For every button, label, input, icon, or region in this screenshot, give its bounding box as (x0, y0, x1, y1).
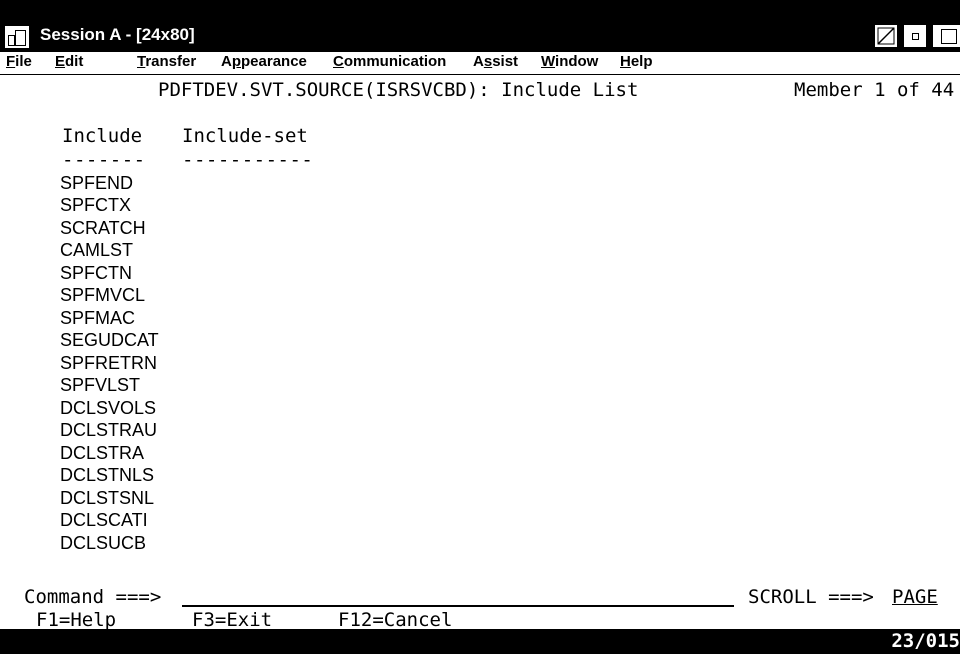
list-item[interactable]: DCLSVOLS (60, 397, 156, 419)
list-item[interactable]: SPFCTX (60, 194, 131, 216)
menu-help[interactable]: Help (620, 53, 653, 70)
title-bar[interactable]: Session A - [24x80] (0, 20, 960, 52)
member-count: Member 1 of 44 (794, 79, 955, 101)
list-item[interactable]: SPFRETRN (60, 352, 157, 374)
list-item[interactable]: CAMLST (60, 239, 133, 261)
list-item[interactable]: DCLSTRAU (60, 419, 157, 441)
list-item[interactable]: SPFMAC (60, 307, 135, 329)
list-item[interactable]: DCLSUCB (60, 532, 146, 554)
menu-transfer[interactable]: Transfer (137, 53, 196, 70)
status-bar: 23/015 (0, 629, 960, 654)
column-header-include: Include (62, 125, 143, 147)
window-frame (0, 0, 960, 20)
list-item[interactable]: SPFCTN (60, 262, 132, 284)
command-field-underline (182, 605, 734, 607)
scroll-amount-field[interactable]: PAGE (892, 586, 938, 608)
maximize-icon[interactable] (932, 24, 960, 48)
cursor-position: 23/015 (891, 630, 960, 652)
panel-title: PDFTDEV.SVT.SOURCE(ISRSVCBD): Include Li… (158, 79, 639, 101)
menu-file[interactable]: File (6, 53, 32, 70)
menu-appearance[interactable]: Appearance (221, 53, 307, 70)
minimize-icon[interactable] (903, 24, 927, 48)
menu-assist[interactable]: Assist (473, 53, 518, 70)
terminal-window: Session A - [24x80] File Edit Transfer A… (0, 0, 960, 654)
fkey-help[interactable]: F1=Help (36, 609, 116, 631)
column-header-include-set: Include-set (182, 125, 308, 147)
menu-window[interactable]: Window (541, 53, 598, 70)
list-item[interactable]: DCLSTSNL (60, 487, 154, 509)
list-item[interactable]: SCRATCH (60, 217, 146, 239)
resize-icon[interactable] (874, 24, 898, 48)
list-item[interactable]: SPFEND (60, 172, 133, 194)
window-title: Session A - [24x80] (40, 25, 195, 44)
scroll-label: SCROLL ===> (748, 586, 874, 608)
list-item[interactable]: SPFVLST (60, 374, 140, 396)
menu-edit[interactable]: Edit (55, 53, 83, 70)
column-underline-include-set: ----------- (182, 149, 314, 171)
list-item[interactable]: DCLSCATI (60, 509, 148, 531)
list-item[interactable]: DCLSTRA (60, 442, 144, 464)
terminal-screen[interactable]: PDFTDEV.SVT.SOURCE(ISRSVCBD): Include Li… (0, 75, 960, 631)
session-icon[interactable] (4, 25, 30, 49)
command-label: Command ===> (24, 586, 162, 608)
list-item[interactable]: SPFMVCL (60, 284, 145, 306)
list-item[interactable]: DCLSTNLS (60, 464, 154, 486)
menu-bar: File Edit Transfer Appearance Communicat… (0, 52, 960, 75)
list-item[interactable]: SEGUDCAT (60, 329, 159, 351)
menu-communication[interactable]: Communication (333, 53, 446, 70)
fkey-cancel[interactable]: F12=Cancel (338, 609, 452, 631)
fkey-exit[interactable]: F3=Exit (192, 609, 272, 631)
column-underline-include: ------- (62, 149, 146, 171)
